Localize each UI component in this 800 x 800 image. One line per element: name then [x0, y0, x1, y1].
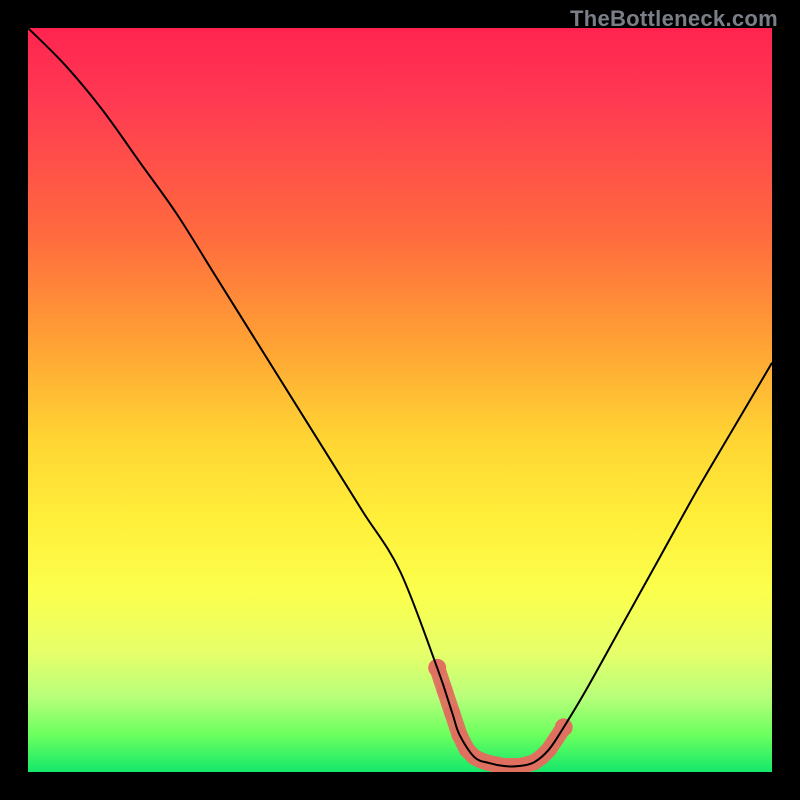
highlight-band [428, 659, 572, 766]
watermark-text: TheBottleneck.com [570, 6, 778, 32]
bottleneck-curve [28, 28, 772, 766]
plot-area [28, 28, 772, 772]
curve-layer [28, 28, 772, 772]
bottleneck-chart: TheBottleneck.com [0, 0, 800, 800]
